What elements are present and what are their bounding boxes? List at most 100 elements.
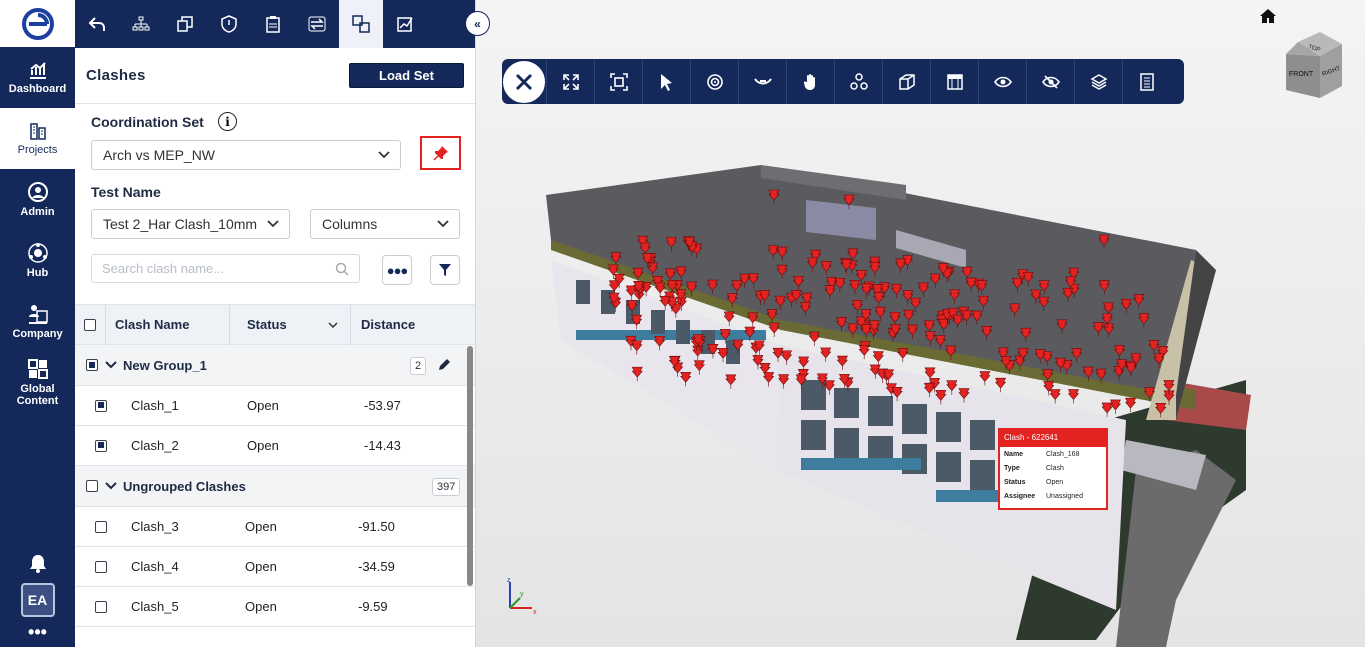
clash-pin-icon[interactable] (647, 262, 659, 277)
model-viewer[interactable]: TOP FRONT RIGHT Clash - 622641 Name Clash… (476, 0, 1365, 647)
clash-pin-icon[interactable] (1113, 345, 1126, 360)
select-tool-button[interactable] (642, 59, 690, 104)
clash-pin-icon[interactable] (1067, 389, 1080, 404)
clash-pin-icon[interactable] (823, 380, 835, 395)
clash-pin-icon[interactable] (631, 366, 643, 382)
chevron-down-icon[interactable] (105, 361, 117, 369)
clashes-tab-button[interactable] (339, 0, 383, 48)
clash-pin-icon[interactable] (780, 350, 793, 365)
clash-pin-icon[interactable] (1009, 303, 1021, 318)
clash-pin-icon[interactable] (1082, 366, 1094, 382)
clash-pin-icon[interactable] (820, 347, 832, 362)
table-row[interactable]: Clash_1 Open -53.97 (75, 386, 475, 426)
row-checkbox[interactable] (95, 520, 107, 533)
clash-pin-icon[interactable] (806, 257, 819, 272)
clash-pin-icon[interactable] (977, 295, 990, 311)
group-row[interactable]: New Group_1 2 (75, 345, 475, 386)
chevron-down-icon[interactable] (105, 482, 117, 490)
clash-pin-icon[interactable] (834, 277, 846, 293)
clash-pin-icon[interactable] (665, 236, 678, 252)
pin-clashes-button[interactable] (420, 136, 461, 170)
collapse-panel-button[interactable]: « (465, 11, 490, 36)
clash-pin-icon[interactable] (958, 388, 970, 403)
clash-pin-icon[interactable] (952, 314, 964, 330)
clash-pin-icon[interactable] (706, 279, 719, 295)
clash-pin-icon[interactable] (626, 300, 638, 315)
info-icon[interactable]: i (218, 112, 237, 131)
clash-pin-icon[interactable] (897, 347, 909, 363)
clash-pin-icon[interactable] (723, 311, 735, 326)
clash-pin-icon[interactable] (843, 194, 855, 209)
clash-pin-icon[interactable] (906, 324, 919, 339)
clash-pin-icon[interactable] (1143, 387, 1156, 402)
clash-pin-icon[interactable] (776, 246, 788, 262)
clash-pin-icon[interactable] (717, 347, 729, 363)
clash-pin-icon[interactable] (797, 356, 810, 371)
clash-pin-icon[interactable] (824, 285, 836, 300)
clash-pin-icon[interactable] (874, 306, 886, 322)
row-checkbox[interactable] (95, 439, 107, 452)
explode-button[interactable] (834, 59, 882, 104)
clash-pin-icon[interactable] (835, 317, 848, 332)
clash-pin-icon[interactable] (849, 280, 861, 295)
clash-pin-icon[interactable] (767, 245, 779, 260)
row-checkbox[interactable] (95, 399, 107, 412)
table-scrollbar[interactable] (467, 346, 473, 586)
notifications-button[interactable] (0, 543, 75, 583)
clash-pin-icon[interactable] (774, 295, 786, 311)
more-icon[interactable]: ••• (0, 617, 75, 647)
clash-pin-icon[interactable] (747, 312, 759, 327)
clash-pin-icon[interactable] (731, 280, 743, 295)
clash-pin-icon[interactable] (1153, 353, 1165, 368)
group-checkbox[interactable] (86, 359, 98, 371)
sync-button[interactable] (295, 0, 339, 48)
analytics-button[interactable] (383, 0, 427, 48)
clash-pin-icon[interactable] (1095, 368, 1107, 384)
clash-pin-icon[interactable] (726, 293, 738, 308)
clash-pin-icon[interactable] (776, 264, 788, 280)
clash-pin-icon[interactable] (631, 340, 643, 355)
clash-pin-icon[interactable] (934, 335, 947, 350)
clash-pin-icon[interactable] (929, 273, 941, 288)
clash-pin-icon[interactable] (948, 289, 961, 304)
clash-pin-icon[interactable] (965, 277, 977, 292)
clash-pin-icon[interactable] (1038, 296, 1050, 312)
clash-pin-icon[interactable] (1133, 294, 1145, 309)
rfi-button[interactable] (251, 0, 295, 48)
viewcube[interactable]: TOP FRONT RIGHT (1284, 30, 1344, 100)
hierarchy-button[interactable] (119, 0, 163, 48)
columns-select[interactable]: Columns (310, 209, 460, 239)
orbit-button[interactable] (690, 59, 738, 104)
clash-pin-icon[interactable] (707, 344, 719, 359)
clash-pin-icon[interactable] (924, 331, 936, 346)
clash-pin-icon[interactable] (719, 329, 731, 344)
frame-selection-button[interactable] (594, 59, 642, 104)
clash-pin-icon[interactable] (872, 351, 884, 366)
clash-pin-icon[interactable] (1011, 277, 1024, 293)
clash-pin-icon[interactable] (654, 282, 666, 297)
table-row[interactable]: Clash_2 Open -14.43 (75, 426, 475, 466)
clash-pin-icon[interactable] (946, 380, 958, 395)
clash-pin-icon[interactable] (1098, 280, 1110, 295)
clash-pin-icon[interactable] (971, 310, 983, 325)
clash-pin-icon[interactable] (732, 339, 744, 354)
load-set-button[interactable]: Load Set (349, 63, 464, 88)
section-box-button[interactable] (882, 59, 930, 104)
clash-pin-icon[interactable] (994, 377, 1007, 393)
look-around-button[interactable] (738, 59, 786, 104)
clash-pin-icon[interactable] (1056, 319, 1068, 334)
pencil-icon[interactable] (437, 358, 451, 372)
clash-pin-icon[interactable] (873, 292, 885, 307)
clash-pin-icon[interactable] (1038, 280, 1050, 295)
clash-pin-icon[interactable] (902, 309, 915, 325)
clash-pin-icon[interactable] (692, 345, 704, 361)
table-row[interactable]: Clash_3 Open -91.50 (75, 507, 475, 547)
clash-pin-icon[interactable] (891, 387, 903, 402)
clash-pin-icon[interactable] (675, 266, 687, 281)
clash-pin-icon[interactable] (935, 390, 947, 405)
clash-pin-icon[interactable] (847, 323, 859, 338)
shield-button[interactable] (207, 0, 251, 48)
clash-pin-icon[interactable] (981, 326, 993, 341)
clash-pin-icon[interactable] (1071, 348, 1083, 363)
clash-pin-icon[interactable] (1125, 362, 1137, 377)
